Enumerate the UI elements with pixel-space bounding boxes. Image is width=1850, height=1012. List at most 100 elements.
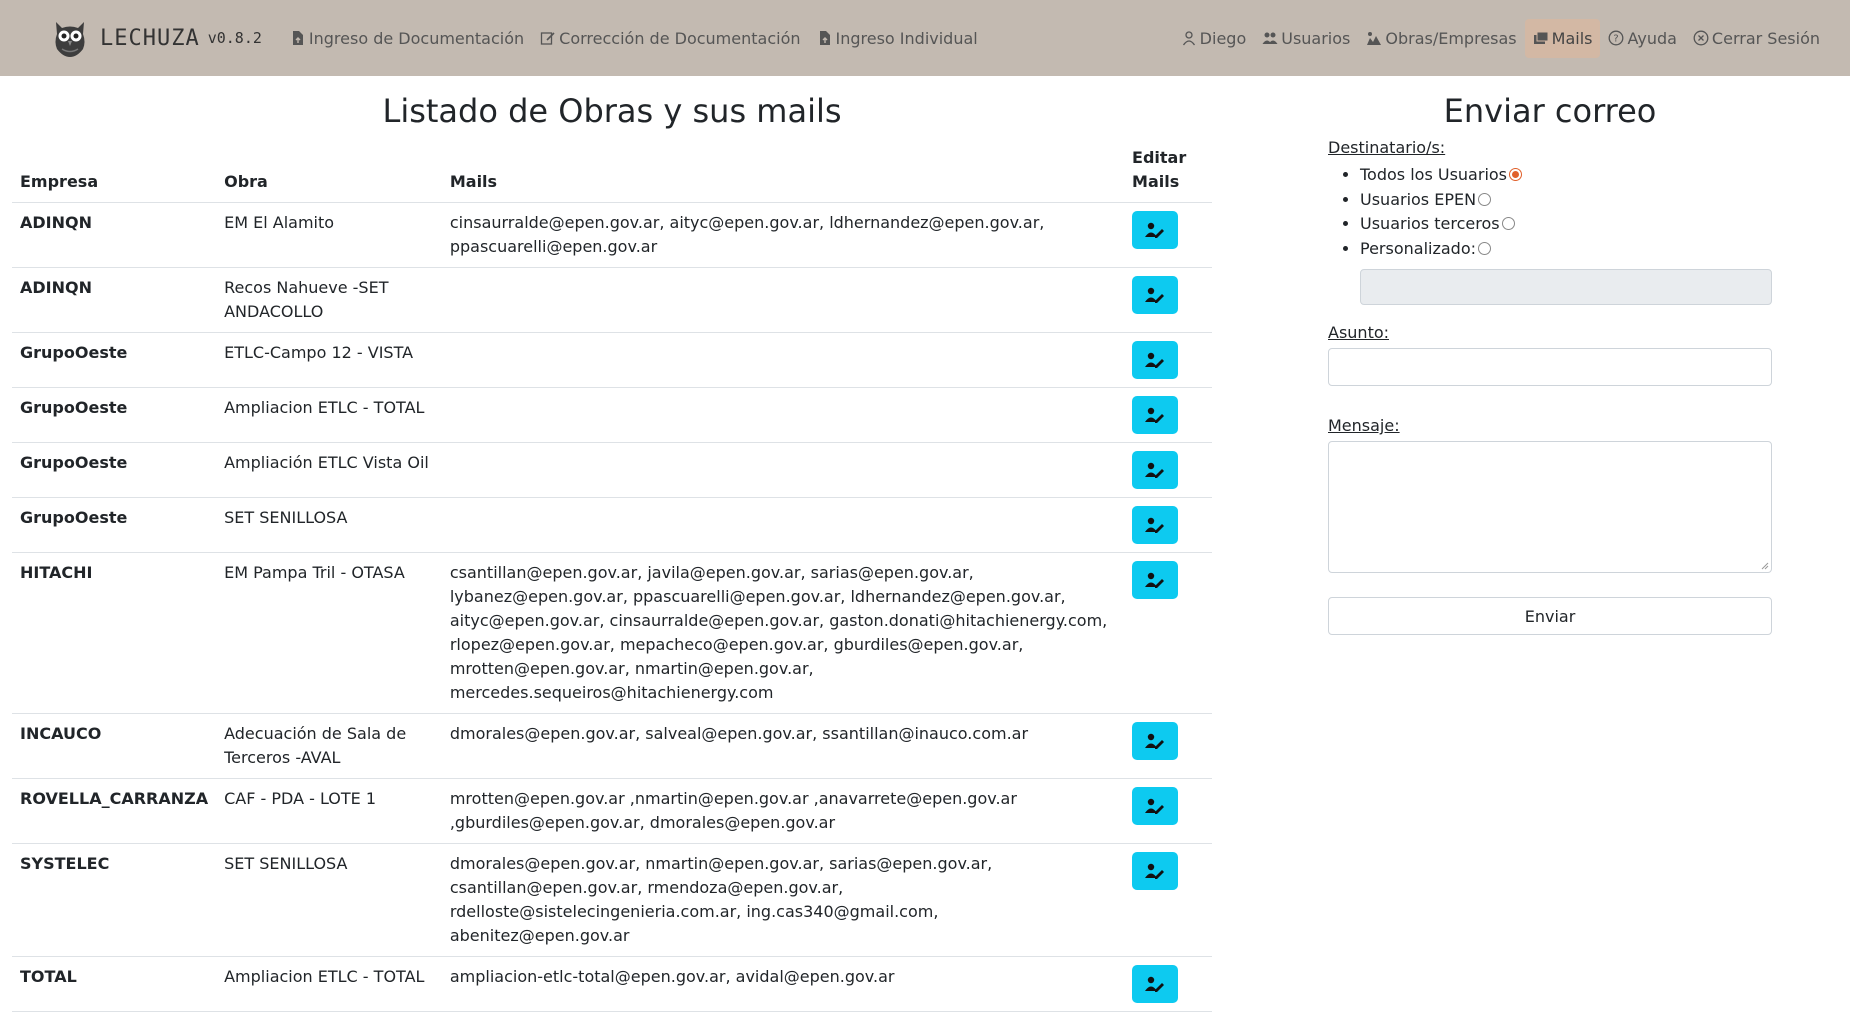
header-obra: Obra [216, 140, 442, 203]
owl-logo-icon [55, 22, 85, 57]
subject-input[interactable] [1328, 348, 1772, 386]
message-label: Mensaje: [1328, 416, 1400, 435]
cell-mails: csantillan@epen.gov.ar, javila@epen.gov.… [441, 552, 1125, 714]
cell-empresa: INCAUCO [12, 713, 217, 779]
top-navbar: LECHUZA v0.8.2 Ingreso de Documentación … [0, 0, 1850, 76]
nav-label: Obras/Empresas [1385, 28, 1517, 48]
table-row: INCAUCO Adecuación de Sala de Terceros -A… [12, 713, 1212, 779]
user-edit-icon [1145, 352, 1165, 368]
edit-mails-button[interactable] [1132, 451, 1179, 489]
edit-mails-button[interactable] [1132, 506, 1179, 544]
table-row: GrupoOeste Ampliación ETLC Vista Oil [12, 442, 1212, 498]
table-row: GrupoOeste ETLC-Campo 12 - VISTA [12, 332, 1212, 388]
edit-icon [541, 32, 555, 45]
cell-obra: CAF - PDA - LOTE 1 [216, 778, 442, 844]
edit-mails-button[interactable] [1132, 396, 1179, 434]
radio-todos[interactable] [1509, 168, 1523, 181]
user-edit-icon [1145, 287, 1165, 303]
nav-obras-empresas[interactable]: Obras/Empresas [1358, 19, 1524, 58]
recipient-option-epen[interactable]: Usuarios EPEN [1360, 188, 1772, 213]
obras-table: Empresa Obra Mails Editar Mails ADINQN EM… [12, 140, 1212, 1012]
nav-label: Usuarios [1281, 28, 1351, 48]
table-row: ADINQN EM El Alamito cinsaurralde@epen.gov… [12, 202, 1212, 268]
svg-text:?: ? [1614, 34, 1619, 45]
edit-mails-button[interactable] [1132, 561, 1179, 599]
option-label: Todos los Usuarios [1360, 165, 1508, 184]
nav-ayuda[interactable]: ? Ayuda [1600, 19, 1684, 58]
users-icon [1262, 32, 1278, 44]
radio-epen[interactable] [1478, 192, 1492, 206]
header-empresa: Empresa [12, 140, 217, 203]
user-edit-icon [1145, 863, 1165, 879]
cell-empresa: ADINQN [12, 267, 217, 333]
cell-edit [1124, 387, 1212, 443]
radio-terceros[interactable] [1501, 217, 1515, 230]
cell-edit [1124, 552, 1212, 714]
user-edit-icon [1145, 462, 1165, 478]
edit-mails-button[interactable] [1132, 852, 1179, 890]
cell-mails [441, 332, 1125, 388]
cell-edit [1124, 778, 1212, 844]
cell-empresa: TOTAL [12, 956, 217, 1012]
cell-mails: cinsaurralde@epen.gov.ar, aityc@epen.gov… [441, 202, 1125, 268]
nav-ingreso-documentacion[interactable]: Ingreso de Documentación [282, 19, 532, 58]
table-row: GrupoOeste Ampliacion ETLC - TOTAL [12, 387, 1212, 443]
custom-recipients-input[interactable] [1360, 269, 1772, 305]
cell-mails [441, 387, 1125, 443]
nav-correccion-documentacion[interactable]: Corrección de Documentación [532, 19, 808, 58]
nav-label: Diego [1199, 28, 1247, 48]
cell-obra: Ampliación ETLC Vista Oil [216, 442, 442, 498]
recipient-option-terceros[interactable]: Usuarios terceros [1360, 212, 1772, 237]
cell-empresa: SYSTELEC [12, 843, 217, 957]
send-title: Enviar correo [1443, 92, 1657, 130]
option-label: Personalizado: [1360, 238, 1476, 258]
table-row: TOTAL Ampliacion ETLC - TOTAL ampliacion-e… [12, 956, 1212, 1012]
header-editar-mails: Editar Mails [1124, 140, 1212, 203]
edit-mails-button[interactable] [1132, 211, 1179, 249]
nav-label: Cerrar Sesión [1711, 28, 1820, 48]
mail-icon [1533, 31, 1549, 44]
nav-right: Diego Usuarios Obras/Empresas Mails ? Ay… [1173, 18, 1828, 58]
edit-mails-button[interactable] [1132, 787, 1179, 825]
table-body: ADINQN EM El Alamito cinsaurralde@epen.gov… [12, 202, 1212, 1012]
recipient-option-todos[interactable]: Todos los Usuarios [1360, 163, 1772, 188]
nav-mails[interactable]: Mails [1524, 18, 1601, 58]
cell-mails [441, 267, 1125, 333]
cell-edit [1124, 843, 1212, 957]
table-row: ADINQN Recos Nahueve -SET ANDACOLLO [12, 267, 1212, 333]
nav-user-profile[interactable]: Diego [1173, 19, 1255, 58]
cell-obra: Recos Nahueve -SET ANDACOLLO [216, 267, 442, 333]
cell-empresa: GrupoOeste [12, 442, 217, 498]
edit-mails-button[interactable] [1132, 965, 1179, 1003]
edit-mails-button[interactable] [1132, 341, 1179, 379]
nav-usuarios[interactable]: Usuarios [1254, 19, 1358, 58]
edit-mails-button[interactable] [1132, 722, 1179, 760]
radio-personalizado[interactable] [1478, 241, 1491, 255]
user-edit-icon [1145, 517, 1165, 533]
nav-label: Ingreso Individual [835, 28, 978, 48]
user-edit-icon [1145, 572, 1165, 588]
recipient-options: Todos los Usuarios Usuarios EPEN Usuario… [1328, 163, 1772, 261]
cell-edit [1124, 202, 1212, 268]
user-edit-icon [1145, 222, 1165, 238]
cell-edit [1124, 497, 1212, 553]
nav-cerrar-sesion[interactable]: Cerrar Sesión [1685, 19, 1828, 58]
cell-empresa: GrupoOeste [12, 332, 217, 388]
edit-mails-button[interactable] [1132, 276, 1179, 314]
user-edit-icon [1145, 733, 1165, 749]
cell-mails: dmorales@epen.gov.ar, salveal@epen.gov.a… [441, 713, 1125, 779]
nav-label: Corrección de Documentación [559, 28, 801, 48]
cell-edit [1124, 956, 1212, 1012]
list-title: Listado de Obras y sus mails [382, 92, 842, 130]
nav-ingreso-individual[interactable]: Ingreso Individual [809, 19, 986, 58]
help-icon: ? [1609, 30, 1624, 46]
file-upload-icon [819, 31, 830, 45]
brand[interactable]: LECHUZA v0.8.2 [48, 16, 262, 60]
recipient-option-personalizado[interactable]: Personalizado: [1360, 237, 1772, 262]
cell-edit [1124, 442, 1212, 498]
table-row: GrupoOeste SET SENILLOSA [12, 497, 1212, 553]
message-textarea[interactable] [1328, 441, 1772, 573]
send-button[interactable]: Enviar [1328, 597, 1772, 635]
resize-grip-icon[interactable] [1761, 562, 1769, 570]
cell-mails: mrotten@epen.gov.ar ,nmartin@epen.gov.ar… [441, 778, 1125, 844]
